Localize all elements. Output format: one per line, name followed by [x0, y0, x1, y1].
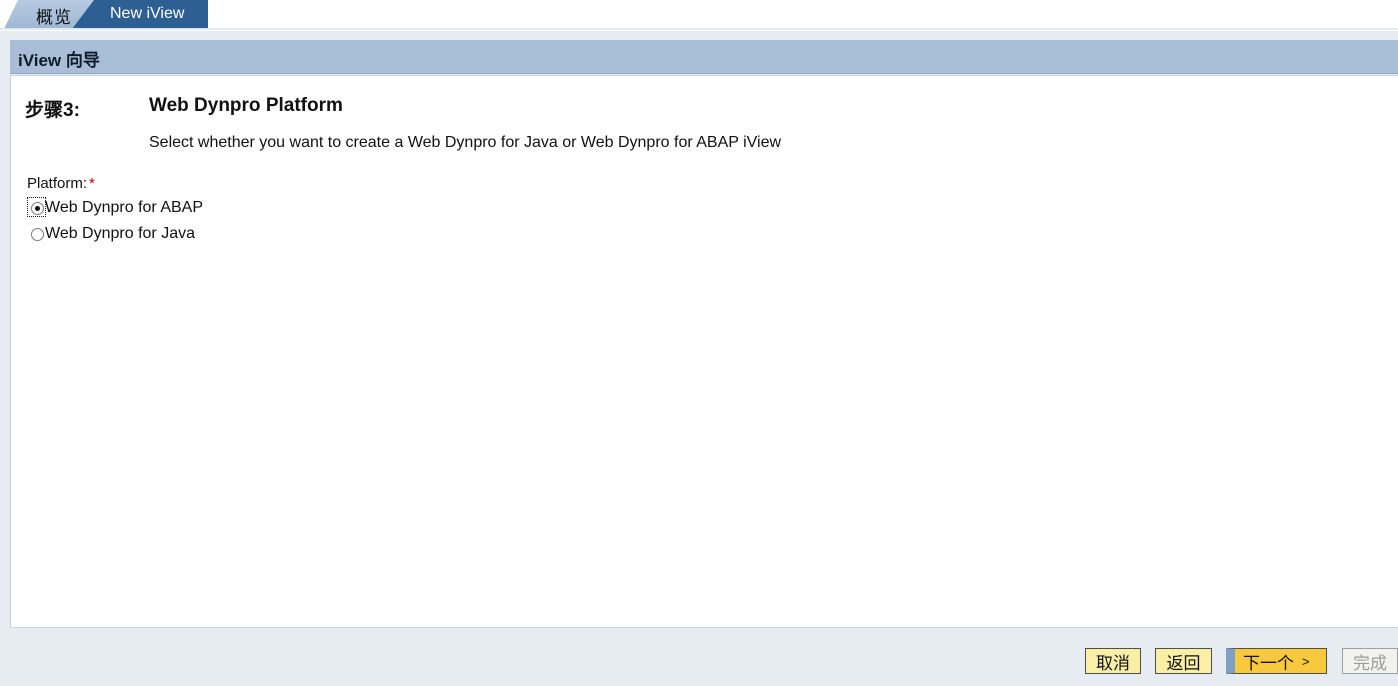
radio-option-java[interactable]: Web Dynpro for Java — [28, 223, 195, 245]
tab-strip: 概览 New iView — [0, 0, 1398, 30]
step-description: Select whether you want to create a Web … — [149, 134, 782, 151]
tab-overview-label: 概览 — [36, 8, 72, 27]
wizard-header: iView 向导 — [10, 40, 1398, 74]
iview-wizard-page: 概览 New iView iView 向导 步骤3: Web Dynpro Pl… — [0, 0, 1398, 686]
tab-new-iview-label: New iView — [110, 5, 185, 22]
radio-option-abap[interactable]: Web Dynpro for ABAP — [27, 197, 203, 219]
tab-strip-divider — [0, 28, 1398, 30]
platform-label-text: Platform: — [27, 175, 88, 192]
platform-field-label: Platform: * — [27, 175, 95, 192]
step-title: Web Dynpro Platform — [149, 95, 343, 116]
tab-new-iview[interactable]: New iView — [72, 0, 208, 29]
back-button[interactable]: 返回 — [1155, 648, 1212, 674]
radio-label-abap[interactable]: Web Dynpro for ABAP — [45, 199, 203, 217]
wizard-footer: 取消 返回 下一个 > 完成 — [0, 628, 1398, 686]
wizard-body: 步骤3: Web Dynpro Platform Select whether … — [10, 75, 1398, 628]
radio-selected-dot — [35, 205, 40, 211]
next-button[interactable]: 下一个 > — [1226, 648, 1327, 674]
finish-button[interactable]: 完成 — [1342, 648, 1398, 674]
required-indicator: * — [89, 175, 95, 192]
step-number: 步骤3: — [25, 100, 80, 121]
radio-button-java[interactable] — [31, 227, 44, 241]
cancel-button[interactable]: 取消 — [1085, 648, 1141, 674]
wizard-title: iView 向导 — [18, 51, 100, 70]
next-button-label: 下一个 — [1243, 653, 1294, 673]
radio-label-java[interactable]: Web Dynpro for Java — [45, 225, 195, 243]
radio-button-abap[interactable] — [31, 201, 44, 215]
next-arrow-icon: > — [1302, 653, 1310, 669]
wizard-panel: iView 向导 步骤3: Web Dynpro Platform Select… — [0, 31, 1398, 686]
